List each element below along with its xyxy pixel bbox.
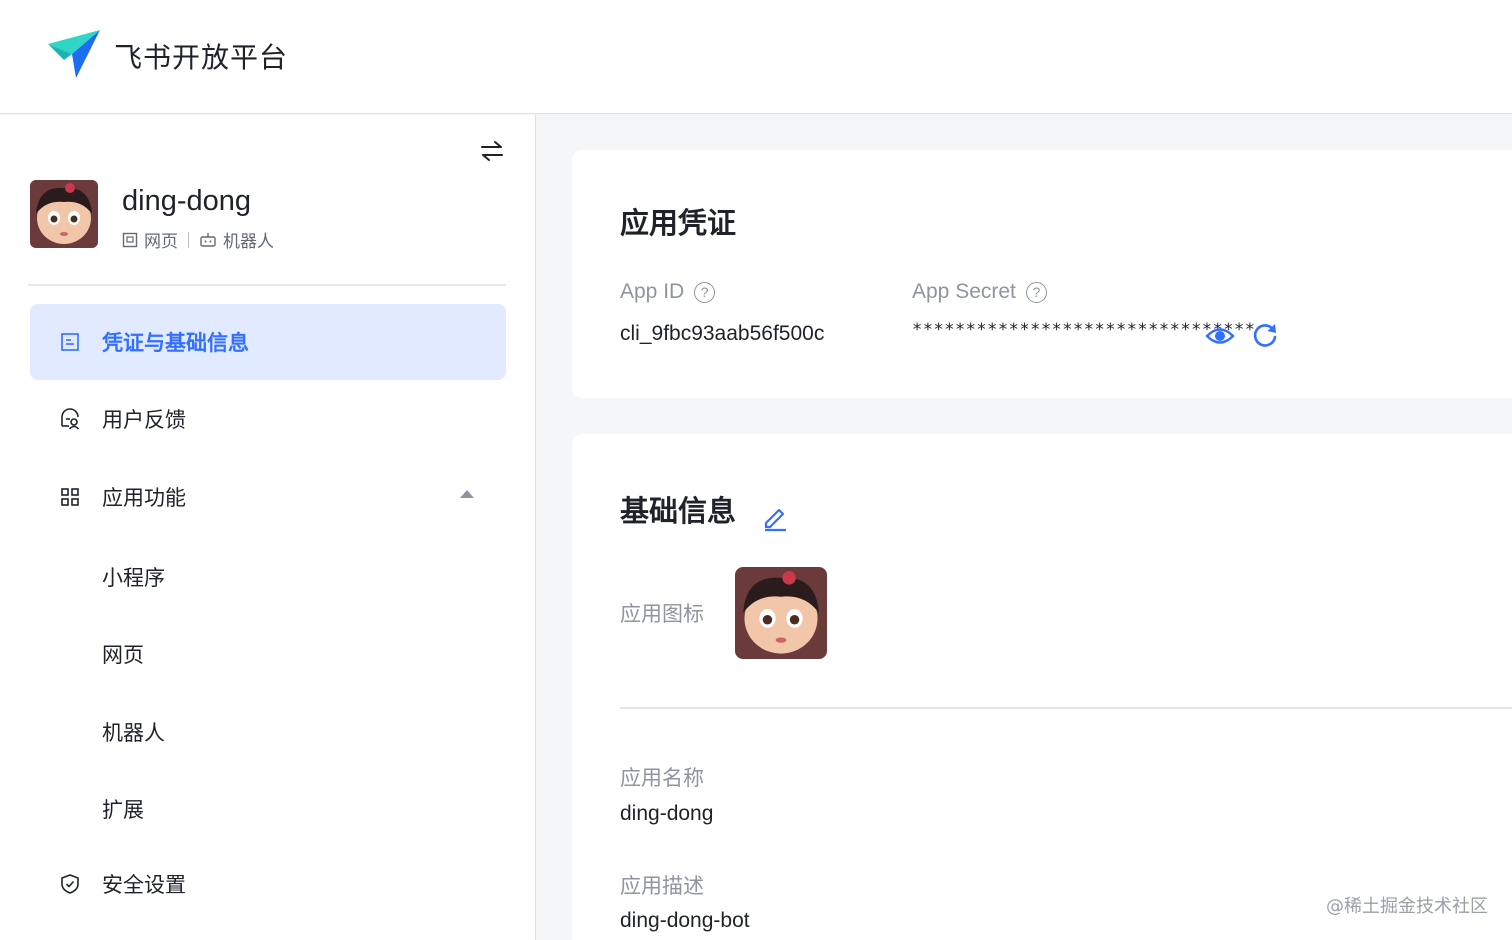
app-tags: 网页 机器人 — [122, 227, 274, 252]
eye-icon[interactable] — [1204, 320, 1236, 352]
sidebar-item-label: 安全设置 — [102, 874, 186, 897]
avatar-girl-icon — [735, 567, 827, 659]
sidebar-divider — [28, 284, 506, 286]
app-name-label: 应用名称 — [620, 767, 704, 790]
brand-title[interactable]: 飞书开放平台 — [114, 36, 288, 76]
sidebar-item-app-features[interactable]: 应用功能 — [30, 459, 506, 535]
chevron-up-icon[interactable] — [460, 490, 474, 498]
credential-icon — [58, 330, 82, 354]
app-secret-label: App Secret ? — [912, 280, 1047, 304]
sidebar-subitem-robot[interactable]: 机器人 — [102, 717, 165, 747]
sidebar-subitem-webpage[interactable]: 网页 — [102, 639, 144, 669]
feedback-icon — [58, 407, 82, 431]
question-icon[interactable]: ? — [694, 281, 716, 303]
app-id-label-text: App ID — [620, 280, 685, 303]
shield-icon — [58, 872, 82, 896]
credentials-title: 应用凭证 — [620, 206, 737, 240]
app-id-label: App ID ? — [620, 280, 716, 304]
sidebar-item-label: 用户反馈 — [102, 409, 186, 432]
sidebar-item-label: 凭证与基础信息 — [102, 332, 249, 355]
robot-icon — [200, 232, 216, 247]
app-icon-image[interactable] — [735, 567, 827, 659]
feishu-paper-plane-icon[interactable] — [46, 26, 102, 82]
app-icon-label: 应用图标 — [620, 603, 704, 626]
app-desc-label: 应用描述 — [620, 875, 704, 898]
basic-info-title: 基础信息 — [620, 494, 737, 528]
webpage-icon — [122, 232, 138, 247]
tag-divider — [188, 231, 189, 248]
basic-info-card: 基础信息 应用图标 应用名称 ding-dong 应用描述 ding-dong-… — [572, 434, 1512, 940]
watermark: @稀土掘金技术社区 — [1326, 896, 1488, 917]
grid-icon — [58, 485, 82, 509]
avatar-girl-icon — [30, 180, 98, 248]
credentials-card: 应用凭证 App ID ? cli_9fbc93aab56f500c App S… — [572, 150, 1512, 398]
app-avatar — [30, 180, 98, 248]
sidebar: ding-dong 网页 机器人 凭证与基础信息 用户反馈 应用功能 小程序 网… — [0, 115, 536, 940]
top-bar: 飞书开放平台 — [0, 0, 1512, 114]
section-divider — [620, 707, 1512, 709]
app-name: ding-dong — [122, 185, 251, 217]
refresh-icon[interactable] — [1249, 320, 1281, 352]
question-icon[interactable]: ? — [1025, 281, 1047, 303]
app-desc-value: ding-dong-bot — [620, 909, 750, 932]
sidebar-item-feedback[interactable]: 用户反馈 — [30, 381, 506, 457]
edit-pencil-icon[interactable] — [760, 502, 790, 532]
swap-arrows-icon[interactable] — [478, 137, 506, 165]
sidebar-item-label: 应用功能 — [102, 487, 186, 510]
tag-webpage: 网页 — [144, 232, 178, 251]
sidebar-subitem-extension[interactable]: 扩展 — [102, 794, 144, 824]
sidebar-item-security[interactable]: 安全设置 — [30, 846, 506, 922]
app-name-value: ding-dong — [620, 802, 714, 825]
sidebar-item-credentials[interactable]: 凭证与基础信息 — [30, 304, 506, 380]
sidebar-subitem-miniprogram[interactable]: 小程序 — [102, 562, 165, 592]
app-secret-label-text: App Secret — [912, 280, 1016, 303]
tag-robot: 机器人 — [223, 232, 274, 251]
app-id-value[interactable]: cli_9fbc93aab56f500c — [620, 322, 824, 346]
